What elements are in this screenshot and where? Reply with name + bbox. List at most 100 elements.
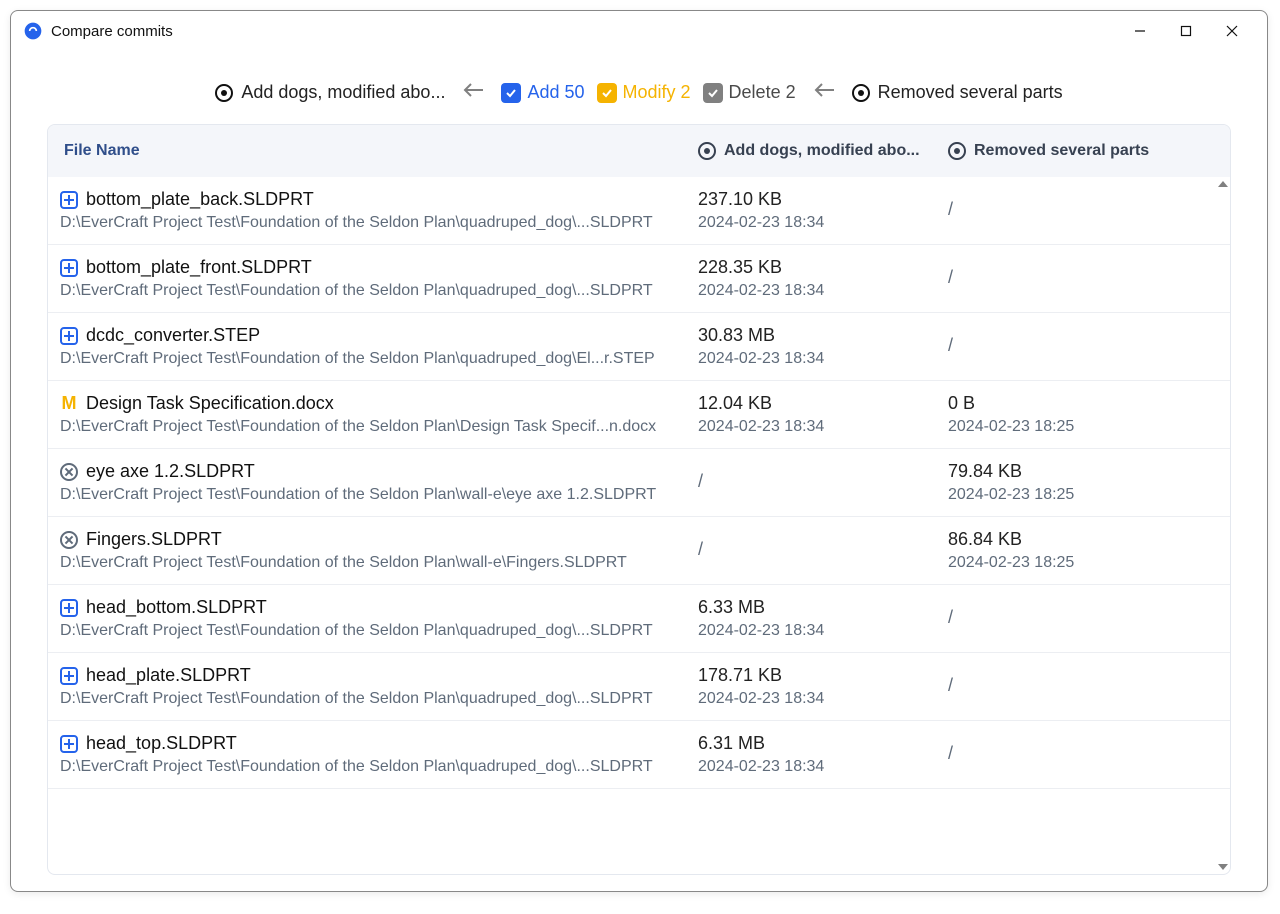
- filter-add[interactable]: Add 50: [501, 82, 584, 103]
- file-size-a: 12.04 KB: [698, 393, 948, 414]
- right-commit-label: Removed several parts: [878, 82, 1063, 103]
- filter-modify-label: Modify 2: [623, 82, 691, 103]
- file-name: Design Task Specification.docx: [86, 393, 334, 414]
- left-commit-label: Add dogs, modified abo...: [241, 82, 445, 103]
- file-path: D:\EverCraft Project Test\Foundation of …: [60, 554, 698, 572]
- file-date-a: 2024-02-23 18:34: [698, 214, 948, 232]
- checkbox-modify-icon: [597, 83, 617, 103]
- table-row[interactable]: Fingers.SLDPRT D:\EverCraft Project Test\…: [48, 517, 1230, 585]
- file-size-a: 178.71 KB: [698, 665, 948, 686]
- table-row[interactable]: head_top.SLDPRT D:\EverCraft Project Test…: [48, 721, 1230, 789]
- table-row[interactable]: M Design Task Specification.docx D:\EverCr…: [48, 381, 1230, 449]
- file-path: D:\EverCraft Project Test\Foundation of …: [60, 282, 698, 300]
- col-header-commit-a[interactable]: Add dogs, modified abo...: [698, 142, 948, 160]
- right-commit[interactable]: Removed several parts: [852, 82, 1063, 103]
- file-size-a: 237.10 KB: [698, 189, 948, 210]
- commit-icon: [852, 84, 870, 102]
- empty-value: /: [698, 461, 948, 492]
- app-icon: [23, 21, 43, 41]
- arrow-left-icon: [808, 81, 840, 104]
- file-date-a: 2024-02-23 18:34: [698, 758, 948, 776]
- file-date-a: 2024-02-23 18:34: [698, 350, 948, 368]
- added-icon: [60, 735, 78, 753]
- file-name: dcdc_converter.STEP: [86, 325, 260, 346]
- empty-value: /: [698, 529, 948, 560]
- file-name: head_plate.SLDPRT: [86, 665, 251, 686]
- added-icon: [60, 667, 78, 685]
- file-size-b: 79.84 KB: [948, 461, 1158, 482]
- table-row[interactable]: head_bottom.SLDPRT D:\EverCraft Project T…: [48, 585, 1230, 653]
- file-name: bottom_plate_front.SLDPRT: [86, 257, 312, 278]
- col-header-file-name[interactable]: File Name: [58, 142, 698, 160]
- file-path: D:\EverCraft Project Test\Foundation of …: [60, 350, 698, 368]
- empty-value: /: [948, 325, 1158, 356]
- file-name: eye axe 1.2.SLDPRT: [86, 461, 255, 482]
- filter-modify[interactable]: Modify 2: [597, 82, 691, 103]
- file-path: D:\EverCraft Project Test\Foundation of …: [60, 758, 698, 776]
- file-date-b: 2024-02-23 18:25: [948, 418, 1158, 436]
- table-row[interactable]: head_plate.SLDPRT D:\EverCraft Project Te…: [48, 653, 1230, 721]
- file-path: D:\EverCraft Project Test\Foundation of …: [60, 690, 698, 708]
- modified-icon: M: [60, 395, 78, 413]
- added-icon: [60, 327, 78, 345]
- file-name: bottom_plate_back.SLDPRT: [86, 189, 314, 210]
- file-path: D:\EverCraft Project Test\Foundation of …: [60, 214, 698, 232]
- file-table: File Name Add dogs, modified abo... Remo…: [47, 124, 1231, 875]
- checkbox-add-icon: [501, 83, 521, 103]
- app-window: Compare commits Add dogs, modified abo..…: [10, 10, 1268, 892]
- empty-value: /: [948, 733, 1158, 764]
- table-row[interactable]: bottom_plate_back.SLDPRT D:\EverCraft Pro…: [48, 177, 1230, 245]
- maximize-button[interactable]: [1163, 15, 1209, 47]
- table-row[interactable]: bottom_plate_front.SLDPRT D:\EverCraft Pr…: [48, 245, 1230, 313]
- file-date-b: 2024-02-23 18:25: [948, 554, 1158, 572]
- left-commit[interactable]: Add dogs, modified abo...: [215, 82, 445, 103]
- filter-delete[interactable]: Delete 2: [703, 82, 796, 103]
- file-path: D:\EverCraft Project Test\Foundation of …: [60, 486, 698, 504]
- file-date-a: 2024-02-23 18:34: [698, 622, 948, 640]
- file-name: head_top.SLDPRT: [86, 733, 237, 754]
- scroll-up-icon[interactable]: [1218, 181, 1228, 187]
- commit-icon: [215, 84, 233, 102]
- filter-delete-label: Delete 2: [729, 82, 796, 103]
- close-button[interactable]: [1209, 15, 1255, 47]
- file-date-a: 2024-02-23 18:34: [698, 690, 948, 708]
- empty-value: /: [948, 597, 1158, 628]
- file-path: D:\EverCraft Project Test\Foundation of …: [60, 622, 698, 640]
- empty-value: /: [948, 665, 1158, 696]
- file-name: Fingers.SLDPRT: [86, 529, 222, 550]
- file-size-a: 6.31 MB: [698, 733, 948, 754]
- compare-bar: Add dogs, modified abo... Add 50 Modify …: [11, 51, 1267, 124]
- file-date-a: 2024-02-23 18:34: [698, 282, 948, 300]
- col-header-commit-b[interactable]: Removed several parts: [948, 142, 1158, 160]
- table-header: File Name Add dogs, modified abo... Remo…: [48, 125, 1230, 177]
- titlebar: Compare commits: [11, 11, 1267, 51]
- table-row[interactable]: dcdc_converter.STEP D:\EverCraft Project …: [48, 313, 1230, 381]
- commit-icon: [948, 142, 966, 160]
- table-row[interactable]: eye axe 1.2.SLDPRT D:\EverCraft Project T…: [48, 449, 1230, 517]
- scroll-down-icon[interactable]: [1218, 864, 1228, 870]
- empty-value: /: [948, 189, 1158, 220]
- checkbox-delete-icon: [703, 83, 723, 103]
- arrow-left-icon: [457, 81, 489, 104]
- deleted-icon: [60, 463, 78, 481]
- commit-icon: [698, 142, 716, 160]
- empty-value: /: [948, 257, 1158, 288]
- file-size-a: 228.35 KB: [698, 257, 948, 278]
- file-date-a: 2024-02-23 18:34: [698, 418, 948, 436]
- table-body[interactable]: bottom_plate_back.SLDPRT D:\EverCraft Pro…: [48, 177, 1230, 874]
- file-size-a: 30.83 MB: [698, 325, 948, 346]
- filter-add-label: Add 50: [527, 82, 584, 103]
- added-icon: [60, 259, 78, 277]
- file-size-b: 86.84 KB: [948, 529, 1158, 550]
- minimize-button[interactable]: [1117, 15, 1163, 47]
- window-title: Compare commits: [51, 23, 173, 40]
- file-name: head_bottom.SLDPRT: [86, 597, 267, 618]
- file-path: D:\EverCraft Project Test\Foundation of …: [60, 418, 698, 436]
- file-size-a: 6.33 MB: [698, 597, 948, 618]
- deleted-icon: [60, 531, 78, 549]
- file-date-b: 2024-02-23 18:25: [948, 486, 1158, 504]
- content-area: File Name Add dogs, modified abo... Remo…: [11, 124, 1267, 891]
- file-size-b: 0 B: [948, 393, 1158, 414]
- added-icon: [60, 599, 78, 617]
- added-icon: [60, 191, 78, 209]
